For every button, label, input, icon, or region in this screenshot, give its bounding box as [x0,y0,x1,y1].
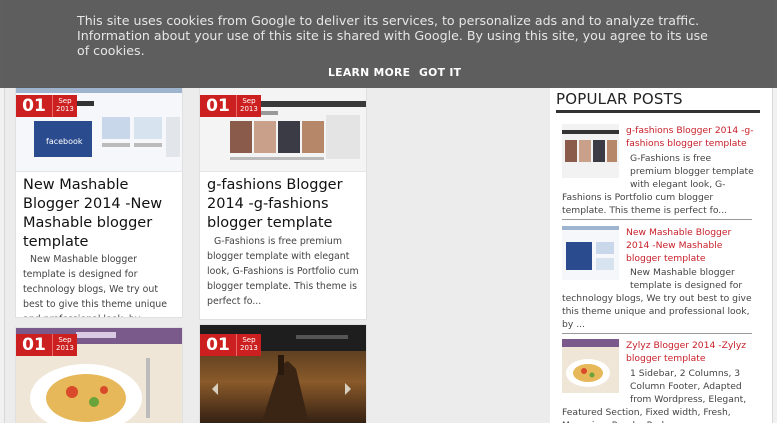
popular-post-item[interactable]: Zylyz Blogger 2014 -Zylyz blogger templa… [562,339,754,423]
popular-posts-heading: POPULAR POSTS [556,90,683,108]
sidebar-popular-posts: POPULAR POSTS g-fashions Blogger 2014 -g… [550,86,772,423]
popular-post-title[interactable]: New Mashable Blogger 2014 -New Mashable … [626,226,756,265]
divider [16,171,182,172]
date-month-year: Sep 2013 [236,334,261,356]
heading-underline [556,110,760,113]
date-day: 01 [200,95,236,117]
popular-post-title[interactable]: Zylyz Blogger 2014 -Zylyz blogger templa… [626,339,756,365]
date-month-year: Sep 2013 [236,95,261,117]
got-it-button[interactable]: GOT IT [419,66,461,79]
popular-post-snippet: New Mashable blogger template is designe… [562,267,752,330]
divider [562,333,752,334]
svg-text:facebook: facebook [46,137,83,146]
popular-post-snippet: G-Fashions is free premium blogger templ… [562,153,754,216]
post-card-mashable[interactable]: facebook 01 Sep 2013 New Mashable Blogger… [15,86,183,318]
post-title[interactable]: g-fashions Blogger 2014 -g-fashions blog… [207,176,360,233]
post-card-gfashions[interactable]: 01 Sep 2013 g-fashions Blogger 2014 -g-fa… [199,86,367,320]
date-month-year: Sep 2013 [52,334,77,356]
date-day: 01 [16,334,52,356]
popular-post-item[interactable]: g-fashions Blogger 2014 -g-fashions blog… [562,124,754,216]
date-month-year: Sep 2013 [52,95,77,117]
date-badge: 01 Sep 2013 [200,95,261,117]
post-snippet: New Mashable blogger template is designe… [23,254,168,317]
post-title[interactable]: New Mashable Blogger 2014 -New Mashable … [23,176,176,252]
date-badge: 01 Sep 2013 [16,334,77,356]
date-day: 01 [16,95,52,117]
date-badge: 01 Sep 2013 [16,95,77,117]
popular-post-item[interactable]: New Mashable Blogger 2014 -New Mashable … [562,226,756,330]
popular-post-snippet: 1 Sidebar, 2 Columns, 3 Column Footer, A… [562,368,747,423]
divider [200,171,366,172]
post-card-food[interactable]: 01 Sep 2013 [15,327,183,423]
learn-more-button[interactable]: LEARN MORE [328,66,410,79]
date-day: 01 [200,334,236,356]
post-card-diablo[interactable]: 01 Sep 2013 [199,324,367,423]
cookie-consent-banner: This site uses cookies from Google to de… [0,0,777,88]
popular-post-title[interactable]: g-fashions Blogger 2014 -g-fashions blog… [626,124,756,150]
divider [562,219,752,220]
date-badge: 01 Sep 2013 [200,334,261,356]
cookie-message: This site uses cookies from Google to de… [77,13,708,58]
post-snippet: G-Fashions is free premium blogger templ… [207,236,359,307]
